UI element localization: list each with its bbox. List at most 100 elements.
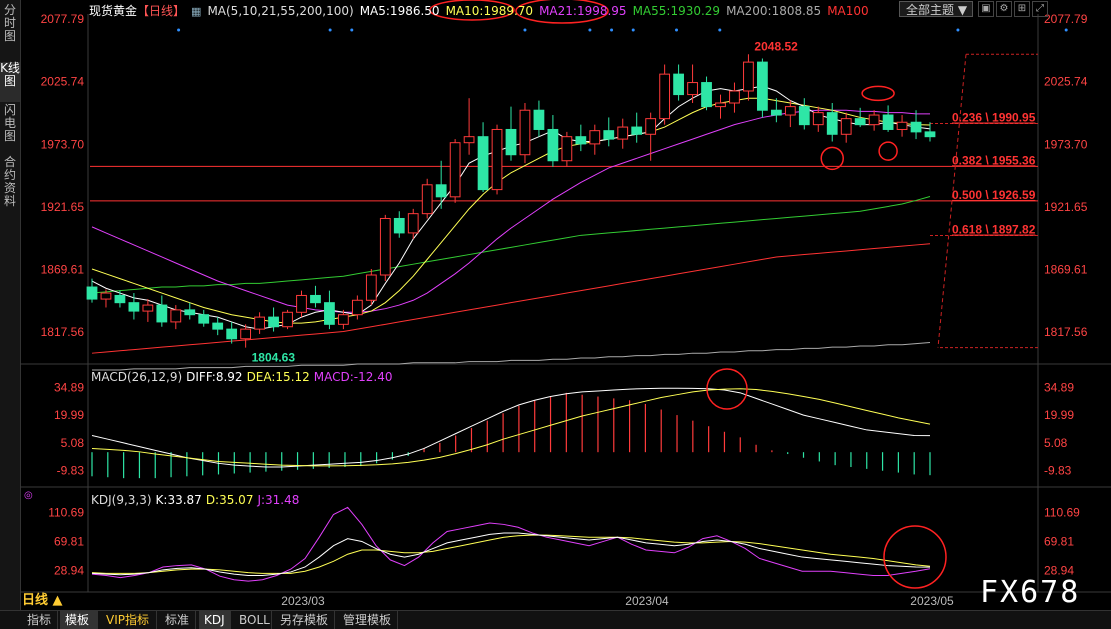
- low-price-label: 1804.63: [252, 351, 296, 365]
- event-dot: [610, 28, 614, 32]
- highlight-circle: [861, 85, 895, 102]
- kdj-legend: KDJ(9,3,3) K:33.87 D:35.07 J:31.48: [91, 493, 303, 507]
- kdj-j: J:31.48: [257, 493, 300, 507]
- candle-body: [673, 73, 684, 96]
- ma-legend: 现货黄金【日线】 ▦ MA(5,10,21,55,200,100) MA5:1986.…: [89, 2, 875, 18]
- price-axis-label-right: 1869.61: [1044, 262, 1088, 276]
- candle-body: [687, 82, 698, 96]
- candle-body: [645, 118, 657, 135]
- ma-params: MA(5,10,21,55,200,100): [207, 4, 354, 18]
- time-axis-label: 2023/04: [625, 594, 669, 608]
- candle-body: [226, 328, 238, 340]
- candle-body: [170, 309, 182, 323]
- price-axis-label-right: 2025.74: [1044, 75, 1088, 89]
- tab-save-template[interactable]: 另存模板: [275, 611, 335, 629]
- highlight-circle: [878, 141, 898, 161]
- price-axis-label-left: 2025.74: [41, 75, 85, 89]
- tab-kdj[interactable]: KDJ: [199, 611, 231, 629]
- candle-body: [770, 109, 782, 116]
- ma-icon[interactable]: ▦: [191, 5, 201, 18]
- kdj-axis-label-left: 110.69: [48, 506, 84, 520]
- candle-body: [575, 136, 587, 145]
- candle-body: [268, 316, 279, 328]
- candle-body: [100, 292, 112, 300]
- candle-body: [743, 61, 754, 92]
- candle-body: [729, 90, 740, 104]
- candle-body: [910, 121, 922, 133]
- macd-diff-line: [91, 387, 931, 468]
- tab-boll[interactable]: BOLL: [234, 611, 272, 629]
- period-selector[interactable]: 日线 ▲: [22, 592, 78, 610]
- expand-icon[interactable]: ⤢: [1032, 1, 1048, 17]
- candle-body: [254, 316, 265, 330]
- candle-body: [114, 294, 126, 304]
- price-axis-label-right: 1817.56: [1044, 325, 1088, 339]
- event-dot: [956, 28, 960, 32]
- event-dot: [675, 28, 679, 32]
- fib-label: 0.236 \ 1990.95: [952, 111, 1036, 125]
- grid-layout-icon[interactable]: ⊞: [1014, 1, 1030, 17]
- fib-label: 0.500 \ 1926.59: [952, 188, 1036, 202]
- indicator-settings-icon[interactable]: ◎: [24, 490, 33, 501]
- kdj-axis-label-left: 28.94: [54, 564, 84, 578]
- ma200-value: MA200:1808.85: [726, 4, 822, 18]
- fib-label: 0.618 \ 1897.82: [952, 223, 1036, 237]
- candle-body: [854, 118, 866, 126]
- price-axis-label-right: 1921.65: [1044, 200, 1088, 214]
- candle-body: [240, 328, 252, 340]
- event-dot: [1064, 28, 1068, 32]
- macd-params: MACD(26,12,9): [91, 370, 183, 384]
- candle-body: [589, 130, 601, 145]
- macd-value: MACD:-12.40: [313, 370, 393, 384]
- candle-body: [896, 121, 908, 130]
- price-axis-label-left: 1817.56: [41, 325, 85, 339]
- candle-body: [603, 130, 615, 140]
- candle-body: [86, 286, 98, 300]
- event-dot: [328, 28, 332, 32]
- ma55-line: [91, 195, 931, 294]
- candle-body: [310, 294, 321, 304]
- candle-body: [338, 314, 349, 325]
- candle-body: [156, 304, 168, 323]
- chart-canvas[interactable]: 0.236 \ 1990.95 0.382 \ 1955.36 0.500 \ 19…: [0, 0, 1111, 610]
- ma100-line: [91, 243, 931, 354]
- price-axis-label-right: 1973.70: [1044, 137, 1088, 151]
- candle-body: [519, 109, 531, 156]
- theme-select[interactable]: 全部主题 ▼: [899, 1, 973, 17]
- event-dot: [350, 28, 354, 32]
- candle-body: [826, 112, 838, 135]
- candle-body: [659, 73, 671, 120]
- time-axis-label: 2023/03: [281, 594, 325, 608]
- candle-body: [351, 299, 363, 316]
- kdj-params: KDJ(9,3,3): [91, 493, 152, 507]
- candle-body: [757, 61, 768, 111]
- candle-body: [561, 136, 573, 162]
- event-dot: [177, 28, 181, 32]
- fib-label: 0.382 \ 1955.36: [952, 153, 1036, 167]
- ma200-line: [92, 342, 931, 371]
- tab-templates[interactable]: 模板: [60, 611, 98, 629]
- maximize-icon[interactable]: ▣: [978, 1, 994, 17]
- candle-body: [491, 128, 503, 191]
- candle-body: [715, 102, 726, 108]
- kdj-d: D:35.07: [205, 493, 254, 507]
- candle-body: [547, 128, 559, 162]
- kdj-k: K:33.87: [155, 493, 202, 507]
- candle-body: [784, 106, 796, 116]
- tab-indicators[interactable]: 指标: [22, 611, 58, 629]
- kdj-d-line: [91, 534, 931, 574]
- symbol-name: 现货黄金: [89, 4, 138, 18]
- settings-icon[interactable]: ⚙: [996, 1, 1012, 17]
- tab-manage-templates[interactable]: 管理模板: [338, 611, 398, 629]
- macd-dea: DEA:15.12: [246, 370, 310, 384]
- ma21-value: MA21:1998.95: [539, 4, 627, 18]
- tab-vip-indicators[interactable]: VIP指标: [101, 611, 157, 629]
- candle-body: [435, 184, 447, 198]
- kdj-axis-label-left: 69.81: [54, 535, 84, 549]
- candle-body: [449, 142, 461, 198]
- candle-body: [840, 118, 852, 135]
- chevron-down-icon: ▼: [957, 3, 968, 17]
- time-axis-label: 2023/05: [910, 594, 954, 608]
- candle-body: [701, 82, 712, 108]
- tab-standard[interactable]: 标准: [160, 611, 196, 629]
